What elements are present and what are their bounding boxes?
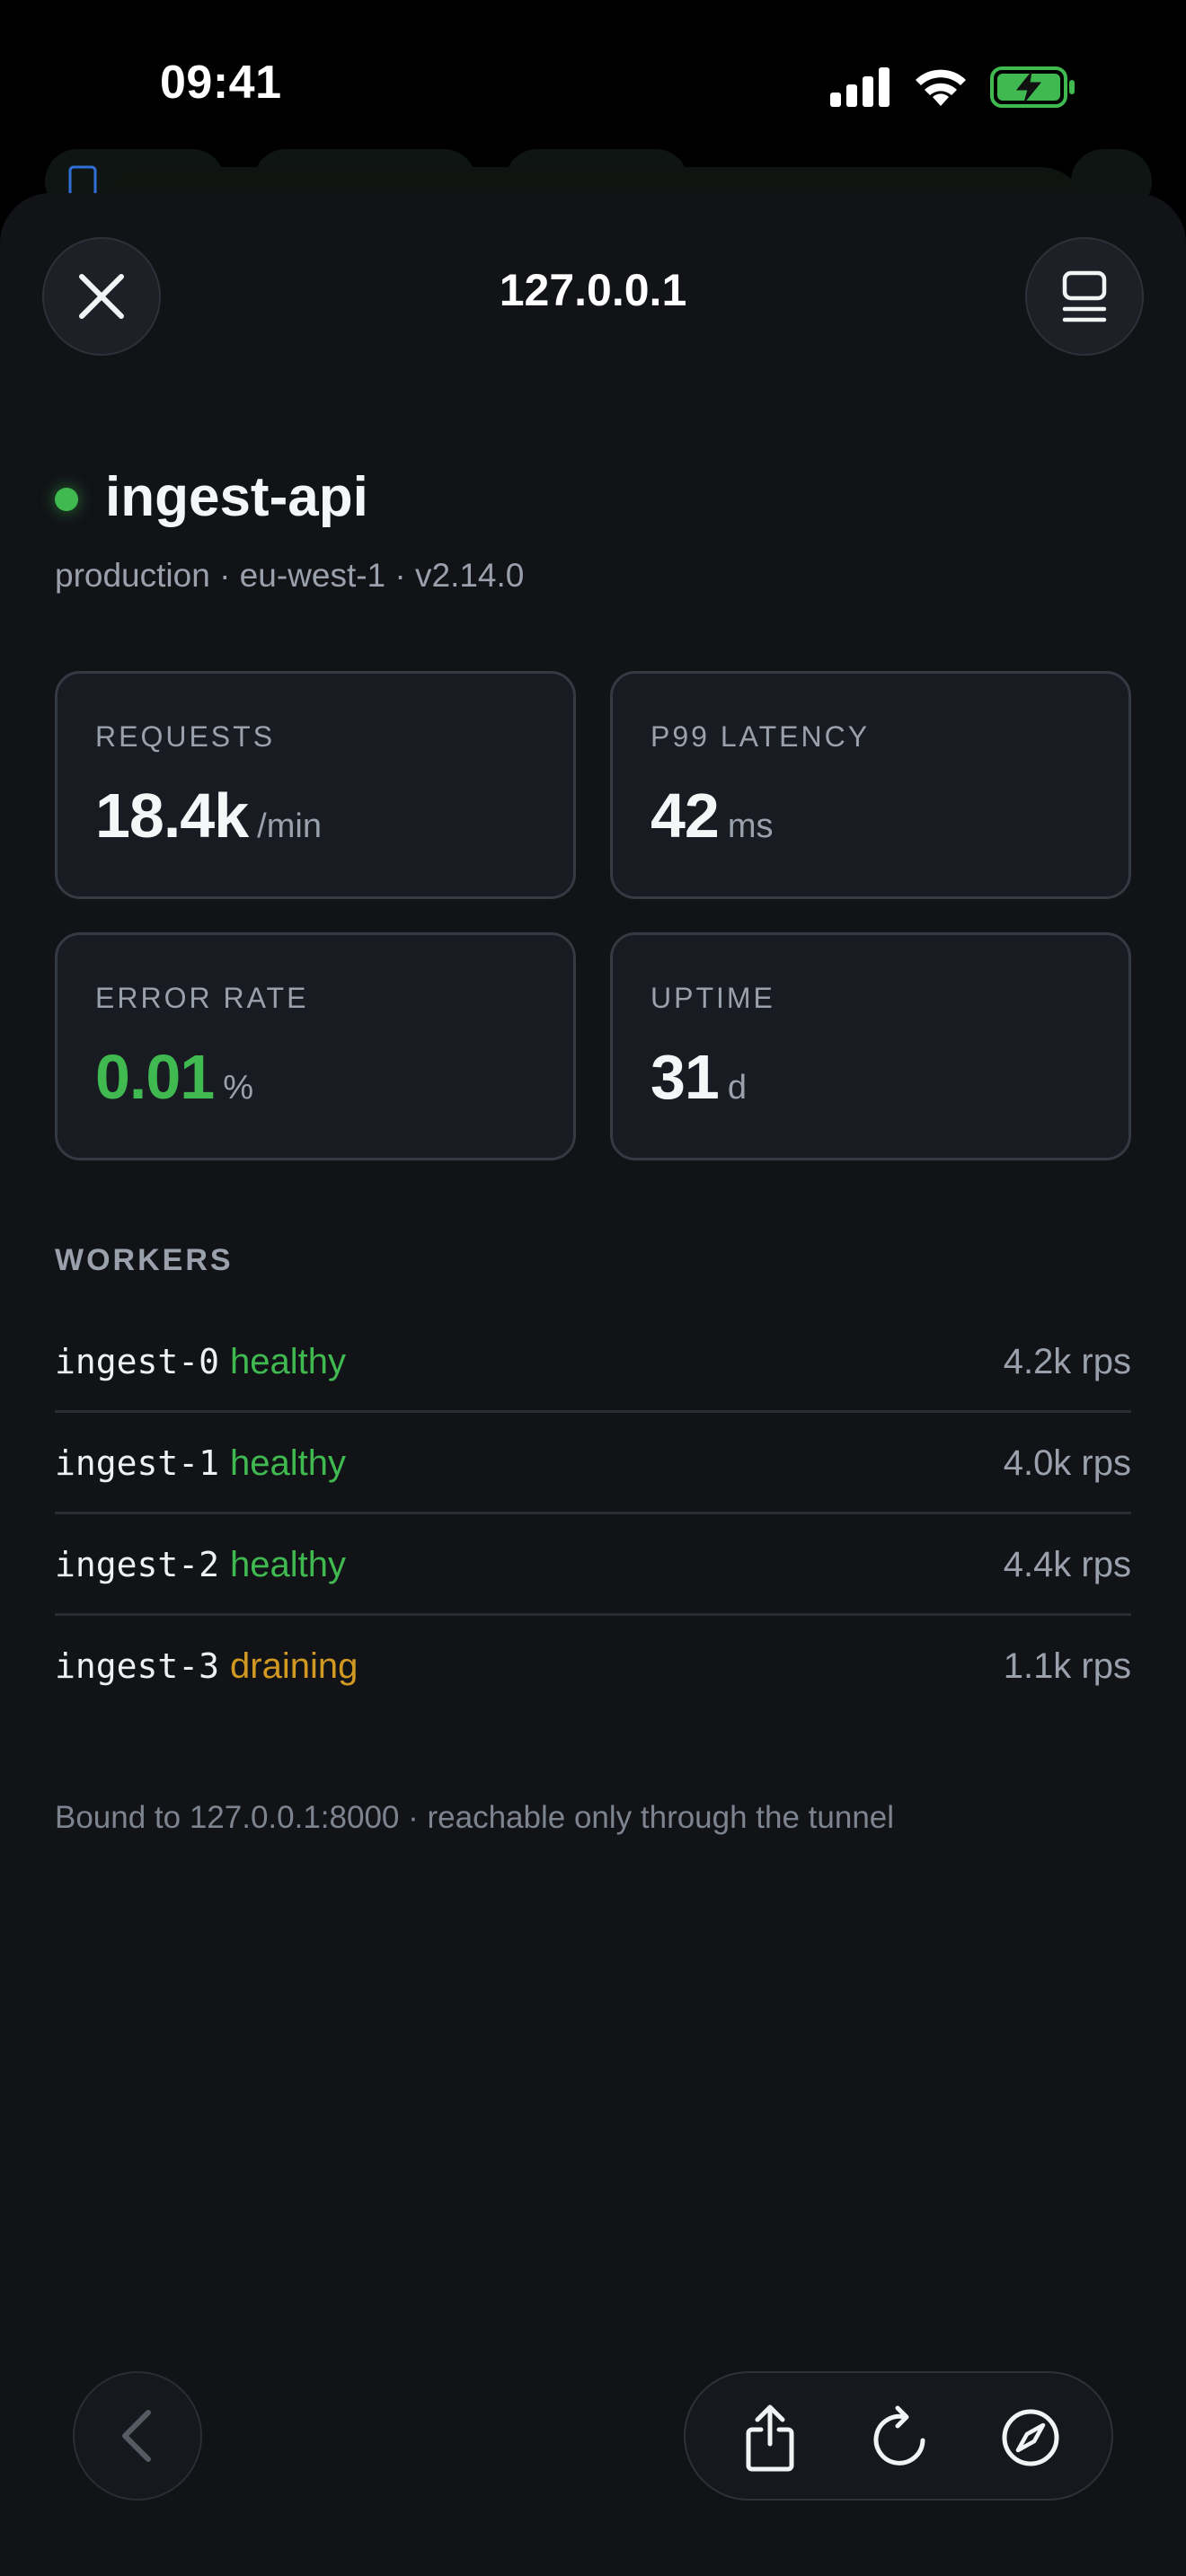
screen: 09:41 127.0.0.1 ingest-api production · …: [0, 0, 1186, 2576]
stat-number: 0.01: [95, 1042, 215, 1112]
worker-name: ingest-2: [55, 1545, 220, 1584]
stat-card-error-rate: ERROR RATE 0.01%: [55, 932, 576, 1160]
worker-rps: 1.1k rps: [1003, 1646, 1131, 1686]
status-dot: [55, 488, 78, 511]
stat-value: 0.01%: [95, 1041, 253, 1113]
workers-list: ingest-0 healthy 4.2k rps ingest-1 healthy…: [55, 1311, 1131, 1717]
page-title: 127.0.0.1: [499, 265, 687, 315]
stat-unit: /min: [257, 807, 322, 845]
worker-state: healthy: [230, 1545, 347, 1584]
open-in-safari-button[interactable]: [986, 2393, 1075, 2483]
worker-info: ingest-1 healthy: [55, 1443, 346, 1484]
worker-rps: 4.0k rps: [1003, 1443, 1131, 1483]
service-meta: production · eu-west-1 · v2.14.0: [55, 557, 525, 594]
wifi-icon: [916, 69, 966, 106]
worker-info: ingest-3 draining: [55, 1646, 358, 1687]
stat-label: ERROR RATE: [95, 982, 309, 1014]
stat-number: 18.4k: [95, 781, 249, 851]
stat-value: 18.4k/min: [95, 780, 322, 851]
reader-mode-button[interactable]: [1025, 237, 1144, 356]
stat-number: 42: [651, 781, 720, 851]
battery-charging-icon: [990, 66, 1075, 108]
worker-row: ingest-3 draining 1.1k rps: [55, 1616, 1131, 1717]
chevron-left-icon: [122, 2410, 151, 2462]
worker-state: healthy: [230, 1443, 347, 1483]
share-button[interactable]: [725, 2393, 815, 2483]
compass-icon: [1002, 2409, 1059, 2466]
stat-unit: d: [727, 1069, 748, 1107]
worker-row: ingest-2 healthy 4.4k rps: [55, 1514, 1131, 1616]
stat-label: P99 LATENCY: [651, 720, 871, 753]
stat-value: 31 d: [651, 1041, 747, 1113]
worker-state: healthy: [230, 1342, 347, 1381]
stat-label: REQUESTS: [95, 720, 276, 753]
cellular-signal-icon: [830, 67, 890, 107]
stat-label: UPTIME: [651, 982, 775, 1014]
worker-row: ingest-0 healthy 4.2k rps: [55, 1311, 1131, 1413]
stat-value: 42 ms: [651, 780, 774, 851]
stat-unit: %: [223, 1069, 254, 1107]
status-time: 09:41: [160, 57, 282, 109]
share-icon: [746, 2404, 794, 2472]
stat-unit: ms: [727, 807, 774, 845]
worker-name: ingest-3: [55, 1646, 220, 1686]
worker-info: ingest-2 healthy: [55, 1545, 346, 1585]
reload-button[interactable]: [855, 2393, 945, 2483]
worker-name: ingest-1: [55, 1443, 220, 1483]
worker-rps: 4.4k rps: [1003, 1545, 1131, 1584]
stat-card-requests: REQUESTS 18.4k/min: [55, 671, 576, 899]
worker-rps: 4.2k rps: [1003, 1342, 1131, 1381]
service-name: ingest-api: [105, 466, 368, 528]
workers-heading: WORKERS: [55, 1243, 234, 1277]
reload-icon: [873, 2405, 925, 2466]
binding-footnote: Bound to 127.0.0.1:8000 · reachable only…: [55, 1800, 895, 1835]
reader-mode-icon: [1062, 270, 1107, 322]
back-button[interactable]: [73, 2371, 202, 2501]
worker-info: ingest-0 healthy: [55, 1342, 346, 1382]
status-icons: [830, 66, 1076, 108]
stat-card-uptime: UPTIME 31 d: [610, 932, 1131, 1160]
stat-card-latency: P99 LATENCY 42 ms: [610, 671, 1131, 899]
worker-name: ingest-0: [55, 1342, 220, 1381]
worker-state: draining: [230, 1646, 358, 1686]
worker-row: ingest-1 healthy 4.0k rps: [55, 1413, 1131, 1514]
stat-number: 31: [651, 1042, 720, 1112]
browser-toolbar: [684, 2371, 1113, 2501]
